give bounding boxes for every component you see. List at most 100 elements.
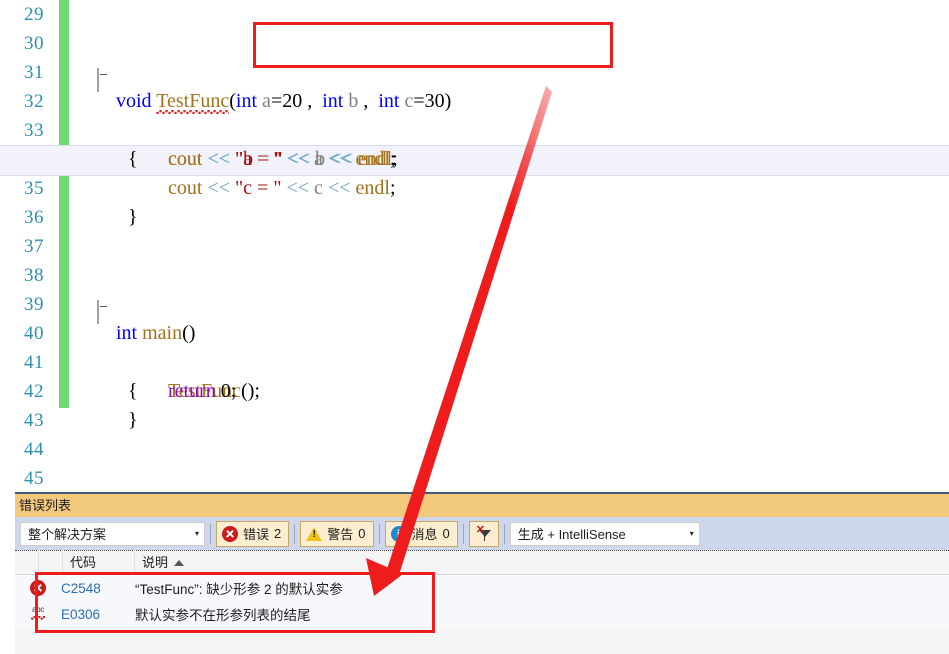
- error-grid-body[interactable]: C2548 “TestFunc”: 缺少形参 2 的默认实参 abc E0306…: [15, 575, 949, 627]
- stream-operator: <<: [327, 177, 351, 199]
- row-code-cell[interactable]: E0306: [61, 607, 135, 622]
- code-line-43[interactable]: [76, 406, 949, 435]
- source-filter-dropdown[interactable]: 生成 + IntelliSense ▾: [509, 521, 700, 546]
- function-name-main: main: [142, 322, 183, 344]
- line-number: 39: [24, 294, 44, 315]
- row-code-cell[interactable]: C2548: [61, 581, 135, 596]
- semicolon: ;: [389, 177, 396, 199]
- code-line-39[interactable]: {: [76, 290, 949, 402]
- messages-count: 0: [442, 526, 450, 541]
- line-number: 44: [24, 439, 44, 460]
- line-number: 43: [24, 410, 44, 431]
- code-line-38[interactable]: int main(): [76, 261, 949, 344]
- param-b: b: [348, 90, 359, 112]
- line-number: 31: [24, 62, 44, 83]
- paren-close: ): [444, 90, 452, 112]
- string-literal-c: "c = ": [235, 177, 282, 199]
- info-icon: [390, 525, 407, 542]
- line-number: 29: [24, 4, 44, 25]
- cout-identifier: cout: [168, 148, 203, 170]
- param-a-default: =20: [270, 90, 303, 112]
- code-line-30[interactable]: void TestFunc(int a=20 , int b , int c=3…: [76, 29, 949, 112]
- code-line-40[interactable]: TestFunc();: [76, 319, 949, 402]
- vs-screenshot: 29 30 31 32 33 34 35 36 37 38 39 40 41 4…: [0, 0, 949, 654]
- warnings-label: 警告: [327, 527, 354, 542]
- errors-toggle-button[interactable]: 错误 2: [216, 520, 290, 547]
- variable-c: c: [314, 177, 323, 199]
- column-header-severity[interactable]: [39, 550, 63, 575]
- warning-icon: [306, 526, 323, 542]
- code-line-29[interactable]: [76, 0, 949, 29]
- paren-open: (: [229, 90, 236, 112]
- scope-filter-value: 整个解决方案: [28, 527, 107, 542]
- endl-identifier: endl: [355, 177, 390, 199]
- chevron-down-icon: ▾: [689, 529, 694, 538]
- unsaved-change-bar: [59, 0, 69, 408]
- code-line-37[interactable]: [76, 232, 949, 261]
- column-header-code[interactable]: 代码: [63, 550, 135, 575]
- line-number: 36: [24, 207, 44, 228]
- cout-identifier: cout: [168, 177, 203, 199]
- brace-close: }: [128, 206, 138, 228]
- line-number: 37: [24, 236, 44, 257]
- line-number: 45: [24, 468, 44, 489]
- column-header-description-label: 说明: [142, 555, 169, 570]
- call-parens: ();: [241, 380, 260, 402]
- brace-close: }: [128, 409, 138, 431]
- line-number: 33: [24, 120, 44, 141]
- clear-filter-button[interactable]: ✕: [468, 520, 499, 547]
- fold-collapse-icon[interactable]: [97, 300, 99, 324]
- toolbar-separator: [462, 523, 464, 544]
- line-number: 40: [24, 323, 44, 344]
- row-description-cell: 默认实参不在形参列表的结尾: [135, 608, 311, 623]
- param-c-default: =30: [413, 90, 445, 112]
- stream-operator: <<: [330, 148, 353, 170]
- stream-operator: <<: [207, 177, 230, 199]
- scope-filter-dropdown[interactable]: 整个解决方案 ▾: [20, 521, 205, 546]
- sort-ascending-icon: [174, 559, 185, 566]
- toolbar-separator: [294, 523, 296, 544]
- messages-toggle-button[interactable]: 消息 0: [384, 520, 458, 547]
- line-number: 30: [24, 33, 44, 54]
- error-list-toolbar[interactable]: 整个解决方案 ▾ 错误 2 警告 0 消息 0: [15, 517, 949, 550]
- code-line-45[interactable]: [76, 464, 949, 493]
- column-header-select[interactable]: [15, 550, 39, 575]
- stream-operator: <<: [207, 148, 230, 170]
- code-line-31[interactable]: {: [76, 58, 949, 170]
- warnings-count: 0: [358, 526, 366, 541]
- code-line-36[interactable]: [76, 203, 949, 232]
- errors-count: 2: [274, 526, 282, 541]
- return-value: 0;: [220, 380, 237, 402]
- warnings-toggle-button[interactable]: 警告 0: [300, 520, 374, 547]
- keyword-int: int: [116, 322, 138, 344]
- fold-collapse-icon[interactable]: [97, 68, 99, 92]
- error-grid-header[interactable]: 代码 说明: [15, 550, 949, 575]
- messages-label: 消息: [411, 527, 438, 542]
- line-number: 42: [24, 381, 44, 402]
- column-header-description[interactable]: 说明: [135, 550, 949, 575]
- code-line-41[interactable]: return 0;: [76, 348, 949, 402]
- param-a: a: [262, 90, 271, 112]
- table-row[interactable]: C2548 “TestFunc”: 缺少形参 2 的默认实参: [15, 575, 949, 601]
- keyword-void: void: [116, 90, 152, 112]
- endl-identifier: endl: [357, 148, 393, 170]
- string-literal-b: "b = ": [235, 148, 283, 170]
- parens: (): [182, 322, 196, 344]
- keyword-return: return: [168, 380, 216, 402]
- toolbar-separator: [210, 523, 211, 544]
- semicolon: ;: [392, 148, 398, 170]
- error-list-panel[interactable]: 错误列表 整个解决方案 ▾ 错误 2 警告 0 消息: [15, 492, 949, 654]
- brace-open: {: [128, 380, 138, 402]
- code-text-area[interactable]: void TestFunc(int a=20 , int b , int c=3…: [0, 0, 949, 480]
- clear-filter-icon: ✕: [476, 524, 492, 542]
- stream-operator: <<: [286, 177, 310, 199]
- error-icon: [222, 525, 238, 542]
- stream-operator: <<: [287, 148, 311, 170]
- row-severity-cell: [15, 580, 61, 596]
- toolbar-separator: [503, 523, 505, 544]
- code-line-44[interactable]: [76, 435, 949, 464]
- table-row[interactable]: abc E0306 默认实参不在形参列表的结尾: [15, 601, 949, 627]
- variable-b: b: [315, 148, 326, 170]
- function-name-testfunc: TestFunc: [156, 90, 230, 112]
- code-line-33[interactable]: cout << "b = " << b << endl;: [76, 116, 949, 170]
